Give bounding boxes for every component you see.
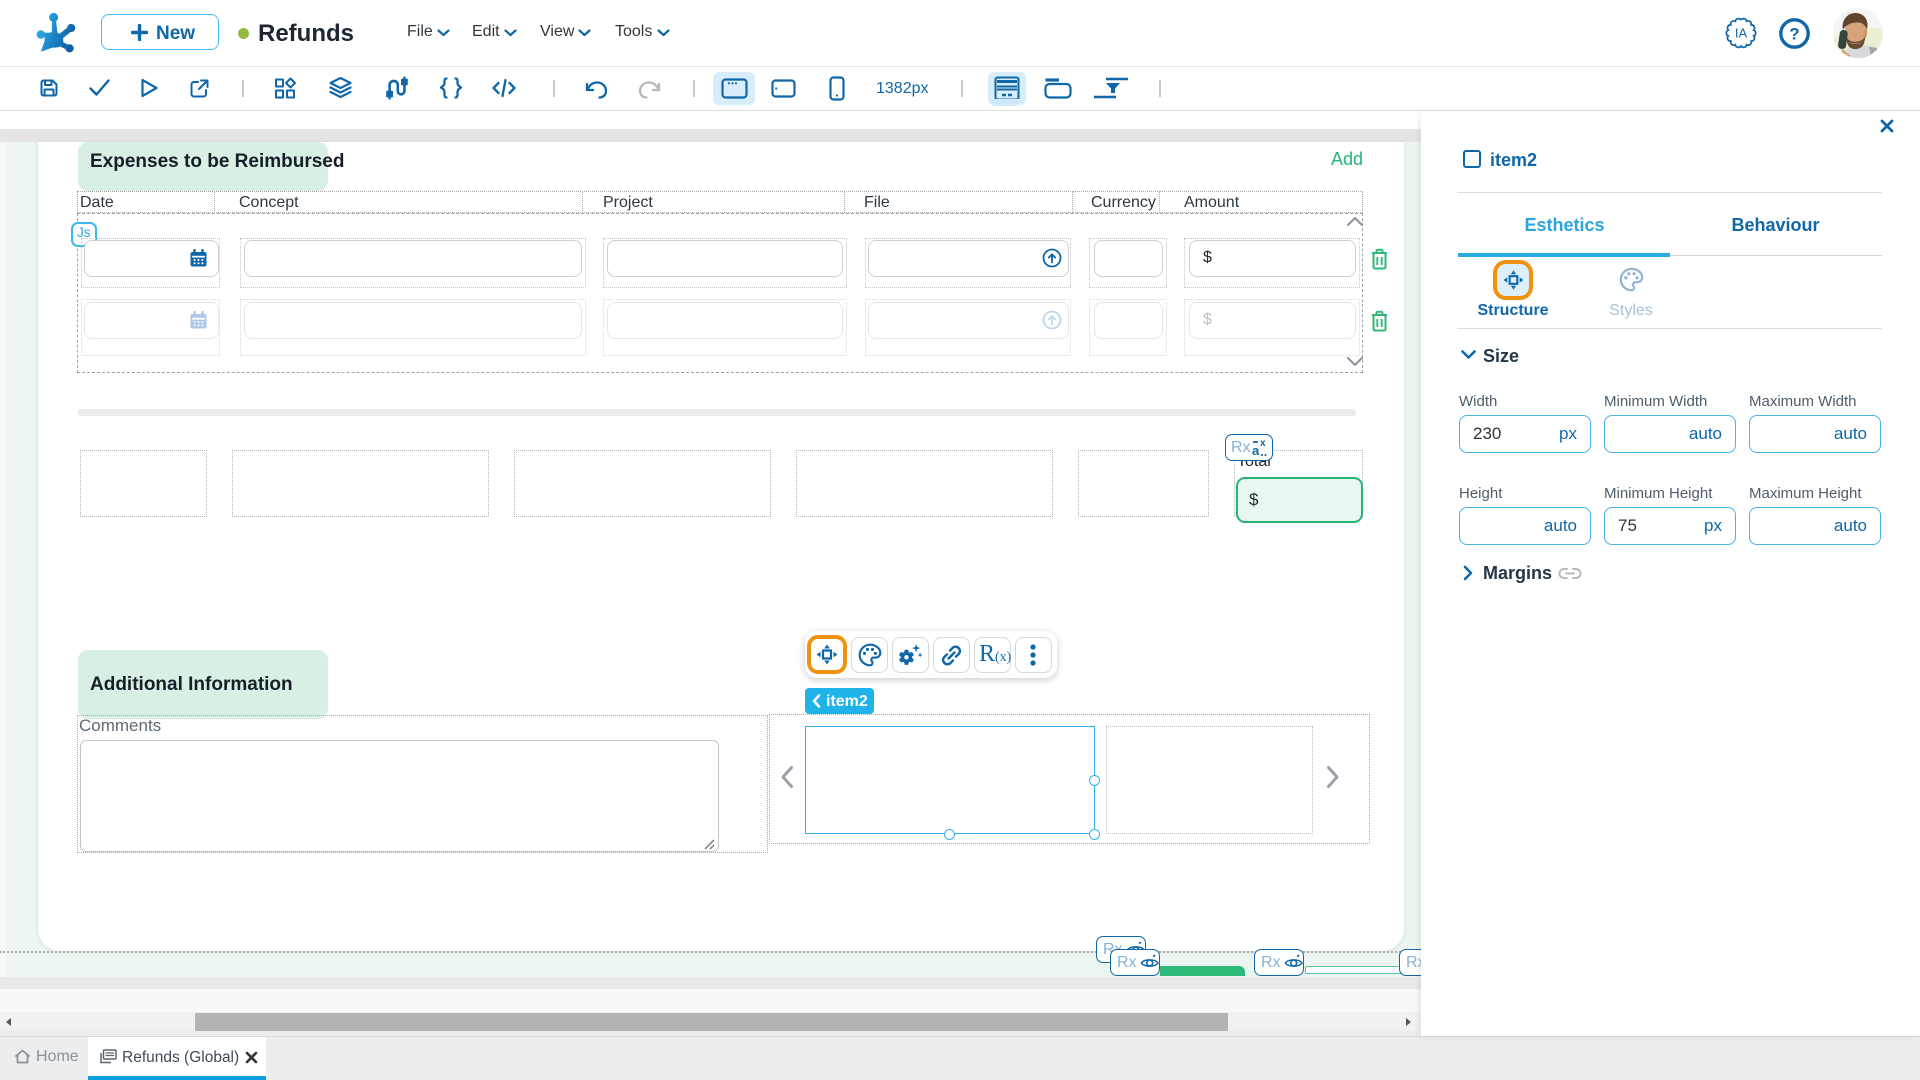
svg-text:IA: IA bbox=[1735, 26, 1748, 41]
svg-text:x: x bbox=[1260, 438, 1266, 449]
svg-text:?: ? bbox=[1789, 25, 1799, 44]
svg-text:a: a bbox=[1252, 443, 1260, 458]
